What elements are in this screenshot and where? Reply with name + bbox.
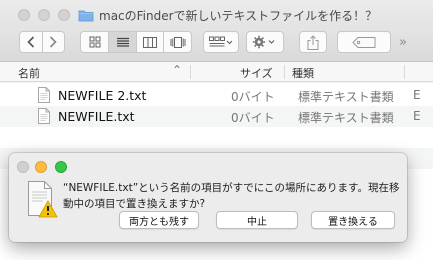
file-kind: 標準テキスト書類 <box>298 111 394 125</box>
tags-button[interactable] <box>337 31 391 53</box>
column-view-icon <box>143 36 158 48</box>
file-name: NEWFILE 2.txt <box>58 88 147 103</box>
dialog-message: “NEWFILE.txt”という名前の項目がすでにこの場所にあります。現在移動中… <box>63 182 400 210</box>
dialog-minimize-button[interactable] <box>35 161 47 173</box>
stop-button[interactable]: 中止 <box>216 211 298 229</box>
icon-view-icon <box>89 36 101 48</box>
replace-confirmation-dialog: “NEWFILE.txt”という名前の項目がすでにこの場所にあります。現在移動中… <box>9 153 407 242</box>
tag-icon <box>352 36 376 48</box>
column-separator[interactable] <box>190 65 191 79</box>
chevron-right-icon <box>50 36 58 48</box>
window-title: macのFinderで新しいテキストファイルを作る！？ <box>99 9 378 23</box>
empty-row <box>0 127 433 148</box>
toolbar-overflow-button[interactable]: » <box>399 35 407 50</box>
column-separator[interactable] <box>404 65 405 79</box>
folder-icon <box>78 10 94 22</box>
share-icon <box>307 34 319 50</box>
view-mode-control <box>80 31 192 53</box>
cover-flow-button[interactable] <box>163 32 191 52</box>
share-button[interactable] <box>299 31 327 53</box>
column-view-button[interactable] <box>135 32 164 52</box>
text-file-icon <box>38 87 50 103</box>
cover-flow-icon <box>170 36 186 48</box>
gear-icon <box>252 35 275 49</box>
column-header-size[interactable]: サイズ <box>240 65 273 81</box>
replace-button[interactable]: 置き換える <box>311 211 395 229</box>
arrange-button[interactable] <box>203 31 239 53</box>
text-file-icon <box>38 108 50 124</box>
back-button[interactable] <box>20 36 42 48</box>
arrange-icon <box>209 36 233 47</box>
file-size: 0バイト <box>231 111 275 125</box>
sort-ascending-icon: ⌃ <box>172 63 183 77</box>
forward-button[interactable] <box>41 32 64 52</box>
zoom-window-button[interactable] <box>58 9 70 21</box>
action-button[interactable] <box>246 31 284 53</box>
icon-view-button[interactable] <box>81 36 108 48</box>
list-view-button[interactable] <box>108 32 136 52</box>
list-column-header: 名前 ⌃ サイズ 種類 <box>0 62 433 82</box>
close-window-button[interactable] <box>18 9 30 21</box>
column-header-kind[interactable]: 種類 <box>292 65 314 81</box>
file-extra-column: E <box>413 109 421 123</box>
toolbar: » <box>0 28 433 62</box>
chevron-left-icon <box>27 36 35 48</box>
navigation-buttons <box>19 31 65 53</box>
dialog-zoom-button[interactable] <box>55 161 67 173</box>
list-view-icon <box>116 37 129 47</box>
title-bar: macのFinderで新しいテキストファイルを作る！？ <box>0 0 433 28</box>
list-item[interactable]: NEWFILE.txt 0バイト 標準テキスト書類 E <box>0 106 433 127</box>
file-name: NEWFILE.txt <box>58 109 135 124</box>
file-size: 0バイト <box>231 90 275 104</box>
list-item[interactable]: NEWFILE 2.txt 0バイト 標準テキスト書類 E <box>0 85 433 106</box>
column-separator[interactable] <box>284 65 285 79</box>
dialog-close-button[interactable] <box>17 161 29 173</box>
file-kind: 標準テキスト書類 <box>298 90 394 104</box>
keep-both-button[interactable]: 両方とも残す <box>119 211 199 229</box>
file-extra-column: E <box>413 88 421 102</box>
column-header-name[interactable]: 名前 <box>18 65 40 81</box>
minimize-window-button[interactable] <box>38 9 50 21</box>
document-warning-icon <box>28 181 58 218</box>
